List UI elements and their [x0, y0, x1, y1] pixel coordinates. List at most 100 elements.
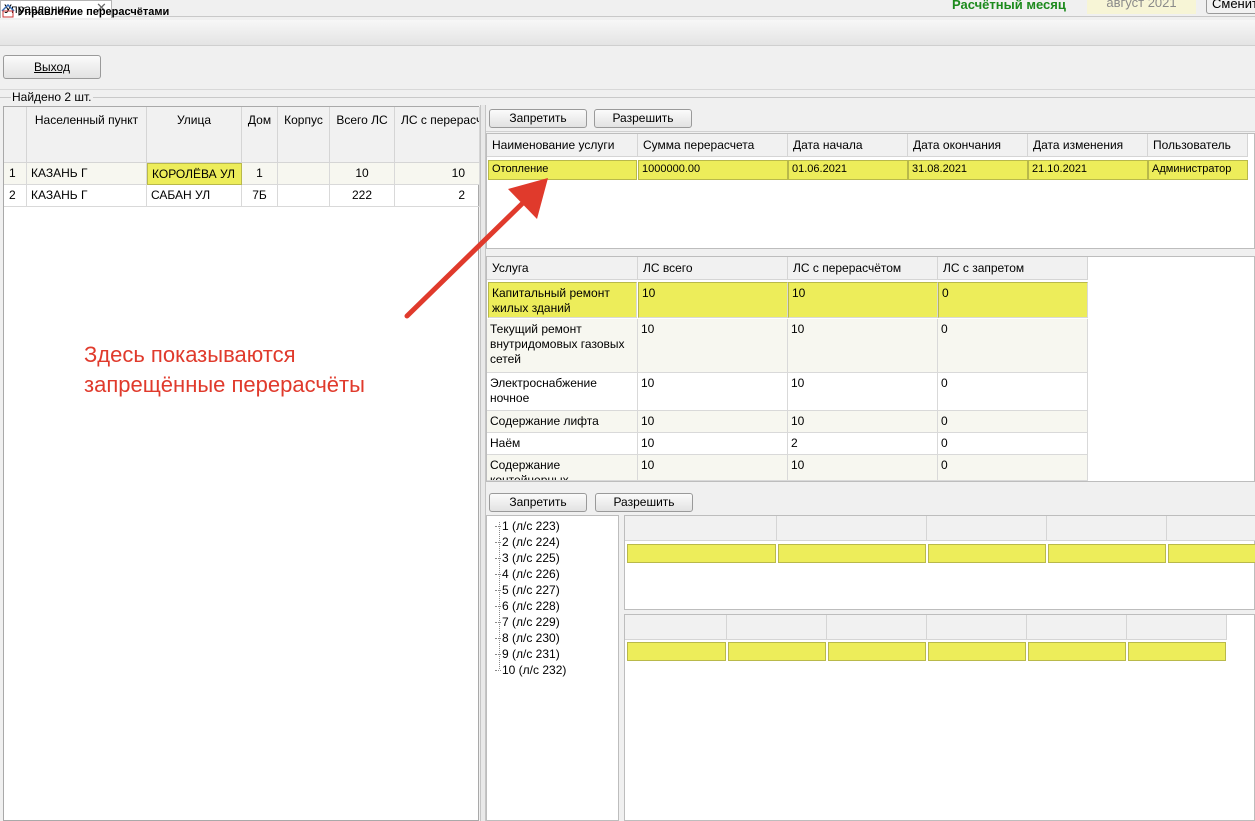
- cell-ls-forbidden[interactable]: 0: [938, 319, 1088, 373]
- forbid-button[interactable]: Запретить: [489, 109, 587, 128]
- column-header-city[interactable]: Населенный пункт: [27, 107, 147, 163]
- column-header[interactable]: [927, 615, 1027, 640]
- column-header-service-name[interactable]: Наименование услуги: [487, 134, 638, 157]
- cell-service-name[interactable]: Отопление: [488, 160, 637, 180]
- column-header-service[interactable]: Услуга: [487, 257, 638, 280]
- cell-total-ls[interactable]: 222: [330, 185, 395, 207]
- cell-house[interactable]: 7Б: [242, 185, 278, 207]
- cell-service[interactable]: Наём: [487, 433, 638, 455]
- column-header-ls-recalc[interactable]: ЛС с перерасчётом: [395, 107, 480, 163]
- cell-ls-recalc[interactable]: 10: [788, 455, 938, 481]
- cell-street[interactable]: САБАН УЛ: [147, 185, 242, 207]
- cell-ls-forbidden[interactable]: 0: [938, 455, 1088, 481]
- cell-total-ls[interactable]: 10: [330, 163, 395, 185]
- cell-ls-recalc[interactable]: 10: [788, 411, 938, 433]
- cell-service[interactable]: Электроснабжение ночное: [487, 373, 638, 411]
- column-header[interactable]: [1127, 615, 1227, 640]
- cell-ls-recalc[interactable]: 2: [788, 433, 938, 455]
- cell-ls-total[interactable]: 10: [638, 373, 788, 411]
- cell-building[interactable]: [278, 163, 330, 185]
- allow-button[interactable]: Разрешить: [594, 109, 692, 128]
- column-header-ls-recalc[interactable]: ЛС с перерасчётом: [788, 257, 938, 280]
- tree-item[interactable]: 9 (л/с 231): [495, 647, 560, 662]
- allow-button[interactable]: Разрешить: [595, 493, 693, 512]
- change-month-button[interactable]: Сменить: [1206, 0, 1255, 14]
- column-header[interactable]: [727, 615, 827, 640]
- table-cell[interactable]: [1168, 544, 1255, 563]
- table-cell[interactable]: [1028, 642, 1126, 661]
- table-cell[interactable]: [728, 642, 826, 661]
- cell-date-changed[interactable]: 21.10.2021: [1028, 160, 1148, 180]
- cell-service[interactable]: Текущий ремонт внутридомовых газовых сет…: [487, 319, 638, 373]
- tree-item[interactable]: 3 (л/с 225): [495, 551, 560, 566]
- column-header[interactable]: [927, 516, 1047, 541]
- cell-building[interactable]: [278, 185, 330, 207]
- cell-date-start[interactable]: 01.06.2021: [788, 160, 908, 180]
- tree-item[interactable]: 6 (л/с 228): [495, 599, 560, 614]
- cell-user[interactable]: Администратор: [1148, 160, 1248, 180]
- column-header-ls-total[interactable]: ЛС всего: [638, 257, 788, 280]
- tree-item[interactable]: 8 (л/с 230): [495, 631, 560, 646]
- column-header-user[interactable]: Пользователь: [1148, 134, 1248, 157]
- cell-service[interactable]: Содержание контейнерных: [487, 455, 638, 481]
- table-cell[interactable]: [928, 642, 1026, 661]
- column-header[interactable]: [1167, 516, 1255, 541]
- tree-item[interactable]: 2 (л/с 224): [495, 535, 560, 550]
- tree-item[interactable]: 1 (л/с 223): [495, 519, 560, 534]
- column-header-sum[interactable]: Сумма перерасчета: [638, 134, 788, 157]
- forbid-button[interactable]: Запретить: [489, 493, 587, 512]
- cell-date-end[interactable]: 31.08.2021: [908, 160, 1028, 180]
- column-header[interactable]: [777, 516, 927, 541]
- tree-item[interactable]: 5 (л/с 227): [495, 583, 560, 598]
- column-header-date-start[interactable]: Дата начала: [788, 134, 908, 157]
- exit-button[interactable]: Выход: [3, 55, 101, 79]
- column-header-date-end[interactable]: Дата окончания: [908, 134, 1028, 157]
- column-header[interactable]: [625, 615, 727, 640]
- cell-ls-forbidden[interactable]: 0: [938, 282, 1088, 318]
- column-header[interactable]: [1027, 615, 1127, 640]
- cell-ls-total[interactable]: 10: [638, 433, 788, 455]
- cell-house[interactable]: 1: [242, 163, 278, 185]
- table-cell[interactable]: [1048, 544, 1166, 563]
- column-header-house[interactable]: Дом: [242, 107, 278, 163]
- column-header[interactable]: [625, 516, 777, 541]
- billing-month-value: август 2021: [1087, 0, 1196, 14]
- column-header[interactable]: [827, 615, 927, 640]
- column-header-street[interactable]: Улица: [147, 107, 242, 163]
- cell-city[interactable]: КАЗАНЬ Г: [27, 163, 147, 185]
- cell-ls-forbidden[interactable]: 0: [938, 433, 1088, 455]
- tree-item[interactable]: 7 (л/с 229): [495, 615, 560, 630]
- cell-ls-total[interactable]: 10: [638, 411, 788, 433]
- cell-sum[interactable]: 1000000.00: [638, 160, 788, 180]
- cell-ls-total[interactable]: 10: [638, 319, 788, 373]
- cell-service[interactable]: Капитальный ремонт жилых зданий: [488, 282, 637, 318]
- cell-street[interactable]: КОРОЛЁВА УЛ: [147, 163, 242, 185]
- houses-table: Населенный пункт Улица Дом Корпус Всего …: [3, 106, 480, 821]
- column-header-total-ls[interactable]: Всего ЛС: [330, 107, 395, 163]
- table-cell[interactable]: [627, 642, 726, 661]
- cell-service[interactable]: Содержание лифта: [487, 411, 638, 433]
- cell-ls-recalc[interactable]: 10: [788, 282, 938, 318]
- table-cell[interactable]: [828, 642, 926, 661]
- table-cell[interactable]: [778, 544, 926, 563]
- cell-ls-recalc[interactable]: 10: [788, 319, 938, 373]
- column-header-date-changed[interactable]: Дата изменения: [1028, 134, 1148, 157]
- account-tree: 1 (л/с 223) 2 (л/с 224) 3 (л/с 225) 4 (л…: [486, 515, 619, 821]
- cell-ls-total[interactable]: 10: [638, 282, 788, 318]
- account-services-grid: [624, 614, 1255, 821]
- tree-item[interactable]: 4 (л/с 226): [495, 567, 560, 582]
- cell-ls-recalc[interactable]: 10: [395, 163, 480, 185]
- cell-ls-forbidden[interactable]: 0: [938, 373, 1088, 411]
- table-cell[interactable]: [627, 544, 776, 563]
- column-header-building[interactable]: Корпус: [278, 107, 330, 163]
- table-cell[interactable]: [1128, 642, 1226, 661]
- column-header[interactable]: [1047, 516, 1167, 541]
- table-cell[interactable]: [928, 544, 1046, 563]
- cell-ls-forbidden[interactable]: 0: [938, 411, 1088, 433]
- cell-ls-recalc[interactable]: 10: [788, 373, 938, 411]
- cell-ls-recalc[interactable]: 2: [395, 185, 480, 207]
- column-header-ls-forbidden[interactable]: ЛС с запретом: [938, 257, 1088, 280]
- cell-city[interactable]: КАЗАНЬ Г: [27, 185, 147, 207]
- cell-ls-total[interactable]: 10: [638, 455, 788, 481]
- tree-item[interactable]: 10 (л/с 232): [495, 663, 566, 678]
